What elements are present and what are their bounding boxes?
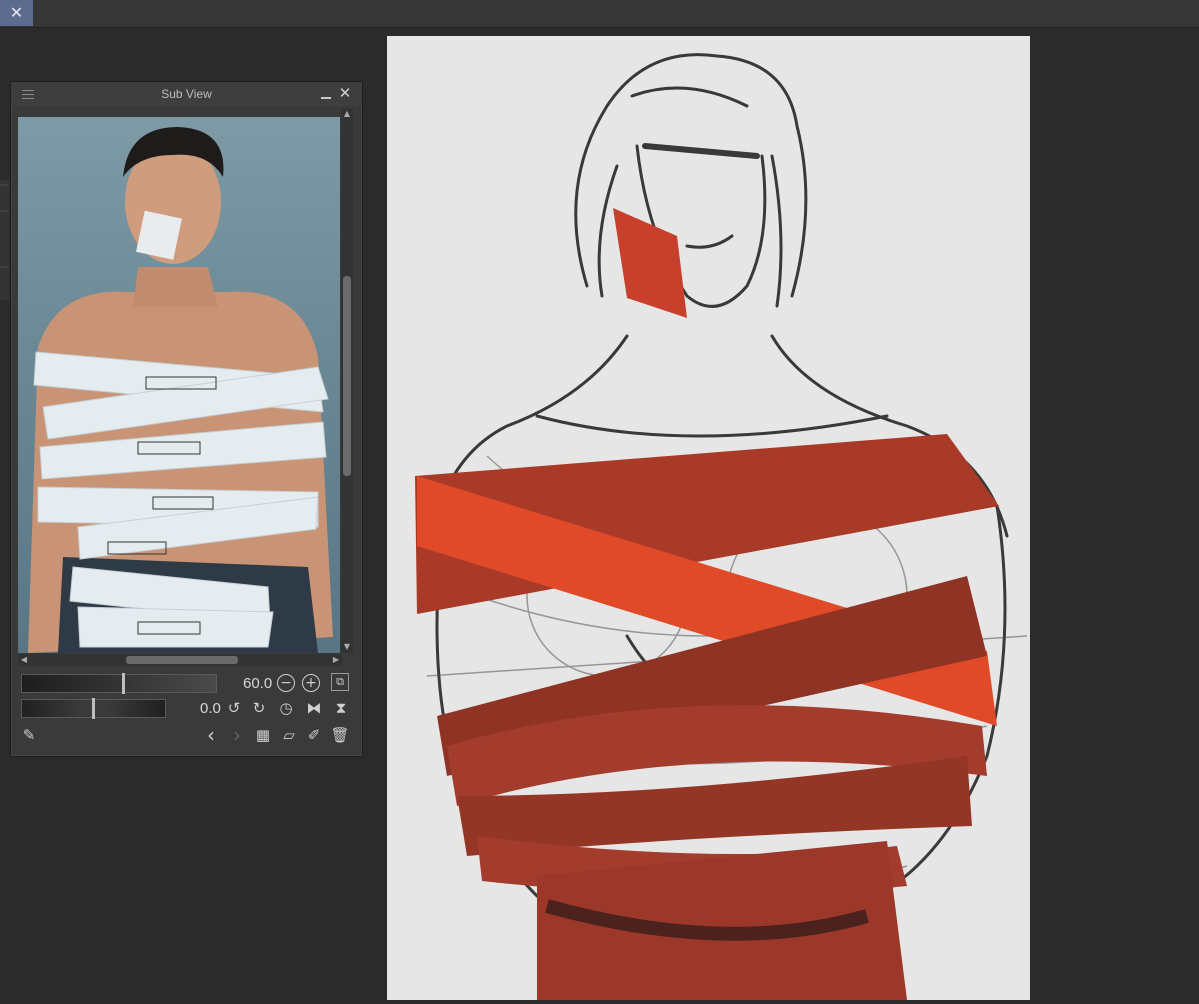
title-bar: ✕ — [0, 0, 1199, 28]
rotation-slider[interactable] — [21, 698, 166, 719]
zoom-in-icon[interactable]: + — [302, 674, 320, 692]
rotation-value: 0.0 — [200, 700, 221, 717]
horizontal-scroll-thumb[interactable] — [126, 656, 238, 664]
drawing-canvas[interactable] — [387, 36, 1030, 1000]
scroll-right-icon[interactable]: ▶ — [330, 654, 342, 666]
close-tab-button[interactable]: ✕ — [0, 0, 33, 26]
delete-icon[interactable]: 🗑 — [330, 725, 350, 745]
horizontal-scrollbar[interactable]: ◀ ▶ — [18, 654, 342, 666]
eyedropper-icon[interactable]: ✎ — [19, 725, 39, 745]
zoom-out-icon[interactable]: − — [277, 674, 295, 692]
panel-title: Sub View — [161, 87, 212, 101]
zoom-value: 60.0 — [243, 675, 273, 692]
edit-image-icon[interactable]: ✐ — [304, 725, 324, 745]
vertical-scroll-thumb[interactable] — [343, 276, 351, 476]
panel-title-bar[interactable]: Sub View — [11, 82, 362, 106]
scroll-down-icon[interactable]: ▼ — [341, 641, 353, 653]
previous-image-icon[interactable]: ‹ — [201, 725, 221, 745]
rotation-slider-knob[interactable] — [92, 698, 95, 719]
reference-image[interactable] — [18, 117, 340, 653]
rotate-left-icon[interactable]: ↺ — [224, 698, 244, 718]
next-image-icon[interactable]: › — [227, 725, 247, 745]
scroll-left-icon[interactable]: ◀ — [18, 654, 30, 666]
reference-photo — [28, 127, 333, 653]
close-panel-button[interactable]: ✕ — [338, 86, 352, 101]
left-dock-edge — [0, 180, 9, 300]
sketch-artwork — [415, 53, 1028, 1000]
rotate-right-icon[interactable]: ↻ — [249, 698, 269, 718]
flip-horizontal-icon[interactable]: ⧓ — [304, 698, 324, 718]
flip-vertical-icon[interactable]: ⧗ — [331, 698, 351, 718]
sub-view-panel: Sub View ✕ ▲ ▼ ◀ ▶ 60.0 − + ⧉ 0.0 ↺ ↻ ◷ … — [10, 81, 363, 757]
reset-rotation-icon[interactable]: ◷ — [276, 698, 296, 718]
minimize-button[interactable] — [320, 88, 332, 100]
scroll-up-icon[interactable]: ▲ — [341, 108, 353, 120]
import-image-icon[interactable]: ▱ — [279, 725, 299, 745]
grid-view-icon[interactable]: ▦ — [253, 725, 273, 745]
menu-icon[interactable] — [22, 90, 34, 99]
vertical-scrollbar[interactable]: ▲ ▼ — [341, 108, 353, 653]
zoom-slider-knob[interactable] — [122, 673, 125, 694]
fit-to-window-icon[interactable]: ⧉ — [331, 673, 349, 691]
close-icon: ✕ — [9, 3, 24, 22]
zoom-slider[interactable] — [21, 673, 217, 694]
